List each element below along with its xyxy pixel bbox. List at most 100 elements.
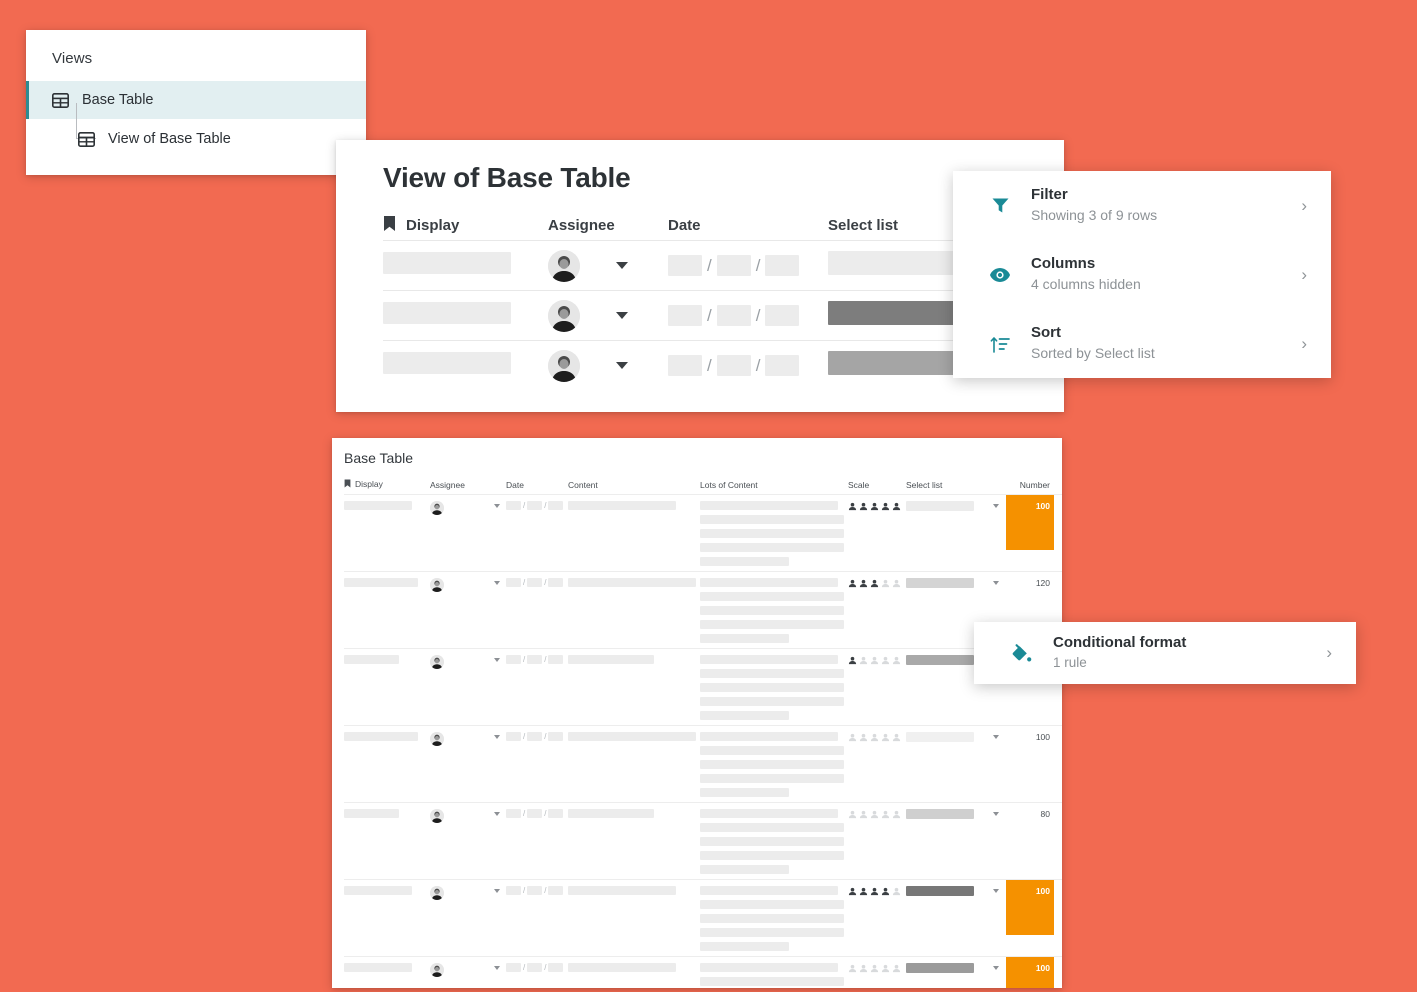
chevron-down-icon[interactable] [616, 362, 628, 369]
cell-scale[interactable] [848, 732, 906, 802]
select-list-dropdown-toggle[interactable] [990, 886, 1006, 956]
cell-number[interactable]: 100 [1006, 732, 1054, 802]
date-field[interactable]: // [668, 255, 828, 276]
cell-date[interactable]: // [668, 355, 828, 376]
assignee-dropdown-toggle[interactable] [492, 963, 506, 988]
cell-scale[interactable] [848, 886, 906, 956]
date-field[interactable]: // [506, 732, 564, 741]
chevron-down-icon[interactable] [494, 889, 500, 893]
chevron-down-icon[interactable] [494, 966, 500, 970]
cell-number[interactable]: 100 [1006, 963, 1054, 988]
cell-content[interactable] [568, 732, 700, 802]
assignee-dropdown-toggle[interactable] [492, 578, 506, 648]
cell-display[interactable] [344, 886, 430, 956]
menu-item-filter[interactable]: Filter Showing 3 of 9 rows › [953, 171, 1331, 240]
cell-number[interactable]: 100 [1006, 886, 1054, 956]
cell-date[interactable]: // [506, 578, 568, 648]
assignee-dropdown-toggle[interactable] [492, 655, 506, 725]
date-field[interactable]: // [506, 963, 564, 972]
cell-lots-of-content[interactable] [700, 963, 848, 988]
chevron-down-icon[interactable] [993, 889, 999, 893]
select-list-dropdown-toggle[interactable] [990, 809, 1006, 879]
cell-lots-of-content[interactable] [700, 732, 848, 802]
cell-date[interactable]: // [506, 501, 568, 571]
column-header-assignee[interactable]: Assignee [430, 480, 492, 490]
menu-item-conditional-format[interactable]: Conditional format 1 rule › [974, 622, 1356, 684]
chevron-down-icon[interactable] [616, 262, 628, 269]
select-list-dropdown-toggle[interactable] [990, 501, 1006, 571]
scale-rating[interactable] [848, 809, 902, 819]
cell-date[interactable]: // [506, 809, 568, 879]
cell-select-list[interactable] [906, 732, 990, 802]
cell-assignee[interactable] [430, 809, 492, 879]
scale-rating[interactable] [848, 963, 902, 973]
cell-display[interactable] [344, 655, 430, 725]
date-field[interactable]: // [506, 655, 564, 664]
cell-content[interactable] [568, 963, 700, 988]
chevron-down-icon[interactable] [993, 966, 999, 970]
table-row[interactable]: //80 [344, 648, 1062, 725]
cell-select-list[interactable] [906, 886, 990, 956]
cell-lots-of-content[interactable] [700, 886, 848, 956]
cell-number[interactable]: 100 [1006, 501, 1054, 571]
date-field[interactable]: // [506, 886, 564, 895]
column-header-assignee[interactable]: Assignee [548, 217, 668, 234]
cell-content[interactable] [568, 809, 700, 879]
date-field[interactable]: // [668, 305, 828, 326]
chevron-down-icon[interactable] [494, 504, 500, 508]
cell-select-list[interactable] [906, 501, 990, 571]
cell-scale[interactable] [848, 501, 906, 571]
assignee-dropdown-toggle[interactable] [492, 732, 506, 802]
chevron-right-icon[interactable]: › [1326, 643, 1338, 663]
chevron-down-icon[interactable] [494, 735, 500, 739]
cell-lots-of-content[interactable] [700, 655, 848, 725]
chevron-down-icon[interactable] [494, 581, 500, 585]
assignee-dropdown-toggle[interactable] [492, 886, 506, 956]
cell-scale[interactable] [848, 963, 906, 988]
cell-lots-of-content[interactable] [700, 501, 848, 571]
cell-scale[interactable] [848, 578, 906, 648]
column-header-number[interactable]: Number [1006, 480, 1054, 490]
column-header-select-list[interactable]: Select list [906, 480, 990, 490]
cell-display[interactable] [383, 302, 548, 329]
cell-assignee[interactable] [430, 886, 492, 956]
scale-rating[interactable] [848, 732, 902, 742]
column-header-date[interactable]: Date [668, 217, 828, 234]
cell-display[interactable] [344, 578, 430, 648]
column-header-lots-of-content[interactable]: Lots of Content [700, 480, 848, 490]
cell-assignee[interactable] [548, 250, 668, 282]
date-field[interactable]: // [506, 578, 564, 587]
chevron-right-icon[interactable]: › [1301, 196, 1313, 216]
assignee-dropdown-toggle[interactable] [492, 809, 506, 879]
cell-date[interactable]: // [506, 886, 568, 956]
cell-select-list[interactable] [906, 963, 990, 988]
date-field[interactable]: // [668, 355, 828, 376]
column-header-scale[interactable]: Scale [848, 480, 906, 490]
scale-rating[interactable] [848, 501, 902, 511]
column-header-date[interactable]: Date [506, 480, 568, 490]
cell-content[interactable] [568, 501, 700, 571]
scale-rating[interactable] [848, 655, 902, 665]
cell-date[interactable]: // [668, 255, 828, 276]
table-row[interactable]: // 100 [344, 725, 1062, 802]
cell-content[interactable] [568, 886, 700, 956]
cell-scale[interactable] [848, 809, 906, 879]
cell-display[interactable] [344, 963, 430, 988]
cell-content[interactable] [568, 655, 700, 725]
column-header-display[interactable]: Display [383, 215, 548, 236]
scale-rating[interactable] [848, 578, 902, 588]
chevron-down-icon[interactable] [993, 812, 999, 816]
table-row[interactable]: // 100 [344, 879, 1062, 956]
cell-number[interactable]: 80 [1006, 809, 1054, 879]
cell-date[interactable]: // [506, 963, 568, 988]
cell-display[interactable] [383, 252, 548, 279]
sidebar-item-view-of-base-table[interactable]: View of Base Table [26, 119, 366, 159]
cell-display[interactable] [344, 809, 430, 879]
cell-scale[interactable] [848, 655, 906, 725]
table-row[interactable]: // 80 [344, 802, 1062, 879]
cell-display[interactable] [344, 732, 430, 802]
cell-select-list[interactable] [906, 809, 990, 879]
chevron-down-icon[interactable] [494, 658, 500, 662]
chevron-right-icon[interactable]: › [1301, 334, 1313, 354]
scale-rating[interactable] [848, 886, 902, 896]
